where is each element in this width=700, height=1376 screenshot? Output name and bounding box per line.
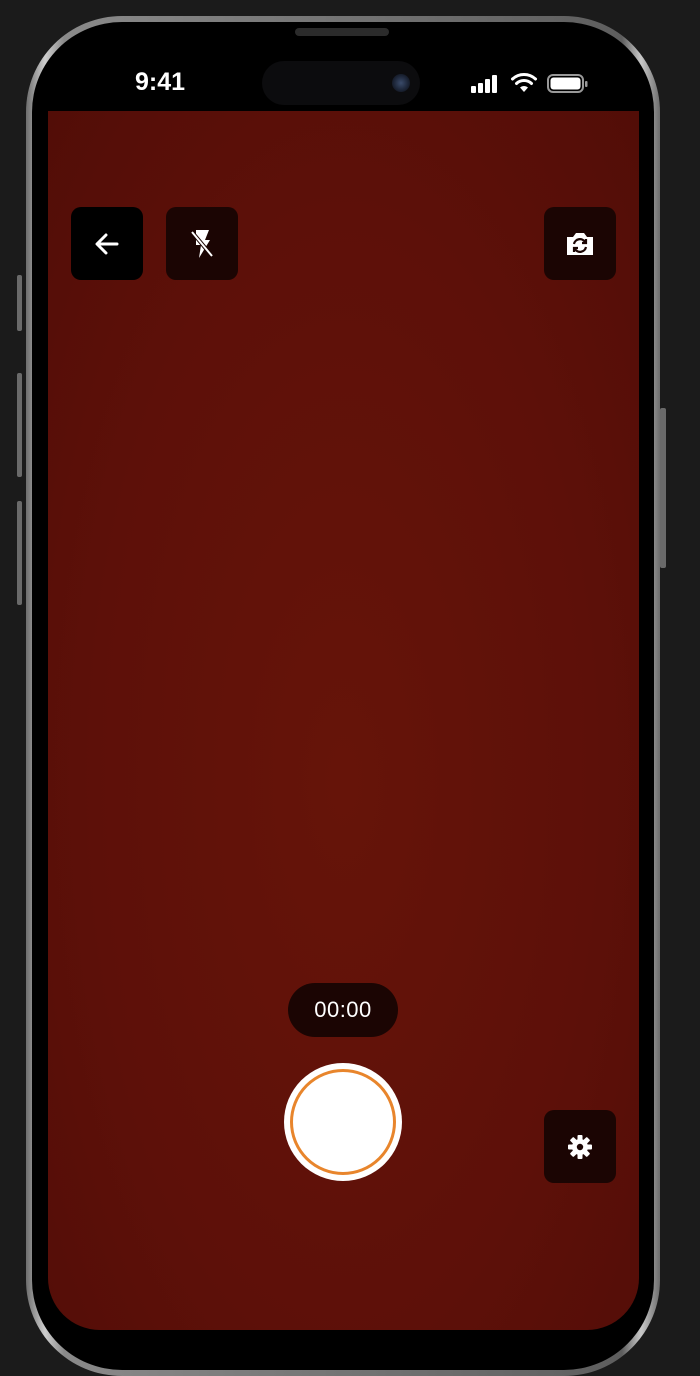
volume-up-button [17,373,22,477]
switch-camera-button[interactable] [544,207,616,280]
arrow-left-icon [95,233,119,254]
battery-icon [547,74,588,93]
wifi-icon [511,73,537,92]
back-button[interactable] [71,207,143,280]
signal-icon [471,75,497,93]
dynamic-island [262,61,420,105]
camera-flip-icon [567,232,593,255]
speaker-grille [295,28,389,36]
action-button [17,275,22,331]
status-time: 9:41 [134,68,186,96]
power-button [660,408,666,568]
flash-off-icon [190,229,214,258]
gear-icon [568,1134,592,1159]
flash-toggle-button[interactable] [166,207,238,280]
shutter-button[interactable] [284,1063,402,1181]
volume-down-button [17,501,22,605]
shutter-ring [290,1069,396,1175]
recording-timer: 00:00 [288,983,398,1037]
front-camera-icon [392,74,410,92]
settings-button[interactable] [544,1110,616,1183]
